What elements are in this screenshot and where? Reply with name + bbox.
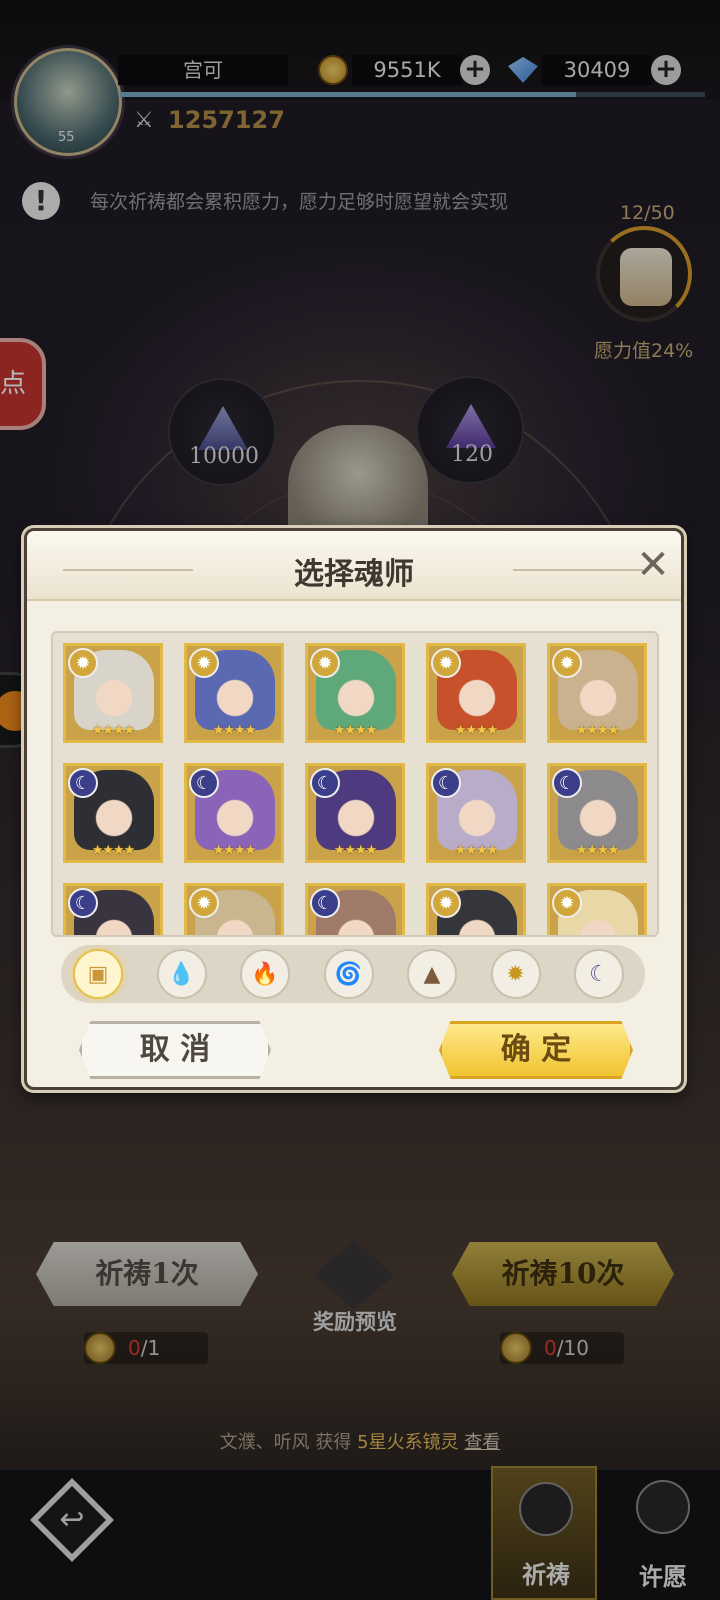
- moon-icon: ☾: [310, 768, 340, 798]
- star-rating: ★★★★: [454, 723, 499, 738]
- close-button[interactable]: ✕: [633, 545, 673, 585]
- sun-icon: ✹: [189, 648, 219, 678]
- star-rating: ★★★★: [333, 843, 378, 858]
- dialog-header: 选择魂师 ✕: [27, 531, 681, 601]
- moon-icon: ☾: [431, 768, 461, 798]
- hero-card[interactable]: ☾ ★★★★: [547, 763, 647, 863]
- hero-card[interactable]: ☾ ★★★★: [426, 763, 526, 863]
- filter-mountain-icon[interactable]: ▲: [407, 949, 457, 999]
- hero-card[interactable]: ☾ ★★★★: [184, 763, 284, 863]
- sun-icon: ✹: [431, 648, 461, 678]
- star-rating: ★★★★: [575, 843, 620, 858]
- sun-icon: ✹: [552, 888, 582, 918]
- hero-card[interactable]: ✹ ★★★★: [426, 643, 526, 743]
- hero-card[interactable]: ✹ ★★★★: [305, 643, 405, 743]
- moon-icon: ☾: [68, 768, 98, 798]
- hero-card[interactable]: ☾★★★★: [63, 883, 163, 935]
- filter-water-drop-icon[interactable]: 💧: [156, 949, 207, 999]
- sun-icon: ✹: [310, 648, 340, 678]
- hero-card[interactable]: ☾★★★★: [305, 883, 405, 935]
- sun-icon: ✹: [552, 648, 582, 678]
- sun-icon: ✹: [189, 888, 219, 918]
- sun-icon: ✹: [431, 888, 461, 918]
- star-rating: ★★★★: [454, 843, 499, 858]
- select-hero-dialog: 选择魂师 ✕ ✹ ★★★★ ✹ ★★★★ ✹ ★★★★ ✹ ★★★★ ✹ ★★★★ ☾ ★★★★ ☾ ★★…: [24, 528, 684, 1090]
- filter-fire-icon[interactable]: 🔥: [240, 949, 290, 999]
- hero-grid[interactable]: ✹ ★★★★ ✹ ★★★★ ✹ ★★★★ ✹ ★★★★ ✹ ★★★★ ☾ ★★★★ ☾ ★★★★ ☾ ★★★★…: [51, 631, 659, 937]
- filter-box-icon[interactable]: ▣: [73, 949, 123, 999]
- hero-card[interactable]: ☾ ★★★★: [63, 763, 163, 863]
- sun-icon: ✹: [68, 648, 98, 678]
- filter-sun-icon[interactable]: ✹: [490, 949, 541, 999]
- dialog-title: 选择魂师: [294, 557, 414, 592]
- star-rating: ★★★★: [212, 843, 257, 858]
- confirm-button[interactable]: 确 定: [439, 1021, 633, 1079]
- star-rating: ★★★★: [91, 723, 136, 738]
- moon-icon: ☾: [189, 768, 219, 798]
- hero-card[interactable]: ✹★★★★: [547, 883, 647, 935]
- cancel-button[interactable]: 取 消: [79, 1021, 271, 1079]
- star-rating: ★★★★: [212, 723, 257, 738]
- filter-wind-icon[interactable]: 🌀: [323, 949, 374, 999]
- filter-moon-icon[interactable]: ☾: [574, 949, 624, 999]
- moon-icon: ☾: [68, 888, 98, 918]
- hero-card[interactable]: ✹ ★★★★: [63, 643, 163, 743]
- moon-icon: ☾: [552, 768, 582, 798]
- hero-card[interactable]: ✹★★★★: [426, 883, 526, 935]
- star-rating: ★★★★: [91, 843, 136, 858]
- star-rating: ★★★★: [333, 723, 378, 738]
- hero-card[interactable]: ☾ ★★★★: [305, 763, 405, 863]
- element-filter-bar: ▣ 💧 🔥 🌀 ▲ ✹ ☾: [61, 945, 645, 1003]
- hero-card[interactable]: ✹ ★★★★: [547, 643, 647, 743]
- moon-icon: ☾: [310, 888, 340, 918]
- hero-card[interactable]: ✹ ★★★★: [184, 643, 284, 743]
- hero-card[interactable]: ✹★★★★: [184, 883, 284, 935]
- star-rating: ★★★★: [575, 723, 620, 738]
